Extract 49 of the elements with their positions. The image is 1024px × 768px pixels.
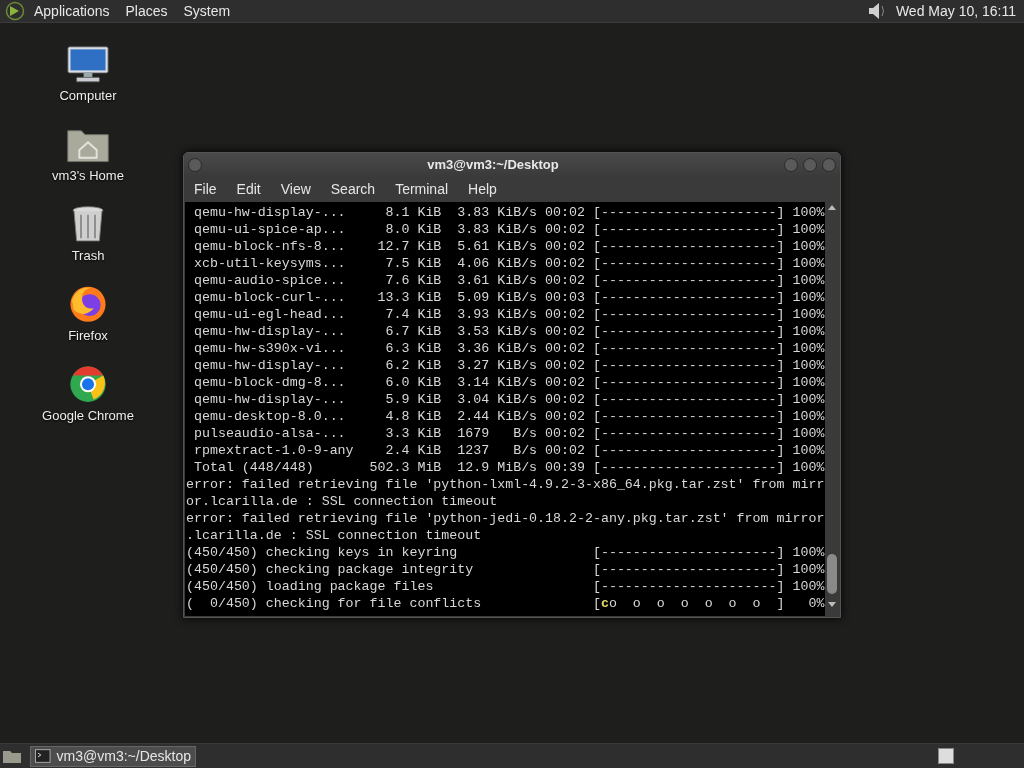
desktop-icon-label[interactable]: vm3's Home xyxy=(52,165,124,185)
terminal-line: qemu-desktop-8.0... 4.8 KiB 2.44 KiB/s 00:02 [----------------------] 100% xyxy=(192,408,825,425)
panel-menu[interactable]: Places xyxy=(125,0,168,22)
terminal-line: qemu-hw-display-... 8.1 KiB 3.83 KiB/s 00:02 [----------------------] 100% xyxy=(192,204,825,221)
workspace-switcher-icon[interactable] xyxy=(938,748,954,764)
panel-menu[interactable]: System xyxy=(183,0,231,22)
terminal-line: qemu-block-curl-... 13.3 KiB 5.09 KiB/s 00:03 [----------------------] 100% xyxy=(192,289,825,306)
terminal-icon xyxy=(35,749,51,763)
maximize-button[interactable] xyxy=(803,158,817,172)
desktop-icon-label[interactable]: Trash xyxy=(71,245,105,265)
desktop-icon-label[interactable]: Computer xyxy=(59,85,117,105)
minimize-button[interactable] xyxy=(784,158,798,172)
terminal-line: qemu-hw-display-... 5.9 KiB 3.04 KiB/s 00:02 [----------------------] 100% xyxy=(192,391,825,408)
terminal-line: qemu-hw-display-... 6.2 KiB 3.27 KiB/s 00:02 [----------------------] 100% xyxy=(192,357,825,374)
window-menu-button[interactable] xyxy=(188,158,202,172)
terminal-line: or.lcarilla.de : SSL connection timeout xyxy=(186,493,499,510)
terminal-line: (450/450) loading package files [----------------------] 100% xyxy=(186,578,825,595)
window-title: vm3@vm3:~/Desktop xyxy=(426,156,560,175)
terminal-line: (450/450) checking keys in keyring [----------------------] 100% xyxy=(186,544,825,561)
terminal-line: rpmextract-1.0-9-any 2.4 KiB 1237 B/s 00:02 [----------------------] 100% xyxy=(192,442,825,459)
terminal-line: Total (448/448) 502.3 MiB 12.9 MiB/s 00:39 [----------------------] 100% xyxy=(192,459,825,476)
menu-item[interactable]: Terminal xyxy=(395,179,449,200)
terminal-line: error: failed retrieving file 'python-jedi-0.18.2-2-any.pkg.tar.zst' from mirror xyxy=(186,510,825,527)
menu-item[interactable]: Edit xyxy=(236,179,261,200)
desktop-icon-label[interactable]: Google Chrome xyxy=(42,405,134,425)
menu-item[interactable]: View xyxy=(280,179,311,200)
distro-logo-icon[interactable] xyxy=(4,1,26,21)
desktop-icon-label[interactable]: Firefox xyxy=(68,325,108,345)
terminal-line: qemu-hw-s390x-vi... 6.3 KiB 3.36 KiB/s 00:02 [----------------------] 100% xyxy=(192,340,825,357)
taskbar-button[interactable]: vm3@vm3:~/Desktop xyxy=(30,745,196,767)
terminal-line: ( 0/450) checking for file conflicts [co o o o o o o ] 0% xyxy=(186,595,825,612)
show-desktop-icon[interactable] xyxy=(2,748,22,764)
terminal-line: qemu-hw-display-... 6.7 KiB 3.53 KiB/s 00:02 [----------------------] 100% xyxy=(192,323,825,340)
menu-item[interactable]: Search xyxy=(330,179,376,200)
close-button[interactable] xyxy=(822,158,836,172)
terminal-line: qemu-block-nfs-8... 12.7 KiB 5.61 KiB/s 00:02 [----------------------] 100% xyxy=(192,238,825,255)
menu-item[interactable]: File xyxy=(194,179,217,200)
terminal-line: error: failed retrieving file 'python-lxml-4.9.2-3-x86_64.pkg.tar.zst' from mirr xyxy=(186,476,825,493)
terminal-line: qemu-audio-spice... 7.6 KiB 3.61 KiB/s 00:02 [----------------------] 100% xyxy=(192,272,825,289)
terminal-line: (450/450) checking package integrity [----------------------] 100% xyxy=(186,561,825,578)
terminal-line: .lcarilla.de : SSL connection timeout xyxy=(186,527,483,544)
terminal-line: qemu-ui-spice-ap... 8.0 KiB 3.83 KiB/s 00:02 [----------------------] 100% xyxy=(192,221,825,238)
terminal-line: pulseaudio-alsa-... 3.3 KiB 1679 B/s 00:02 [----------------------] 100% xyxy=(192,425,825,442)
terminal-line: qemu-ui-egl-head... 7.4 KiB 3.93 KiB/s 00:02 [----------------------] 100% xyxy=(192,306,825,323)
clock[interactable]: Wed May 10, 16:11 xyxy=(895,0,1016,22)
terminal-line: qemu-block-dmg-8... 6.0 KiB 3.14 KiB/s 00:02 [----------------------] 100% xyxy=(192,374,825,391)
panel-menu[interactable]: Applications xyxy=(34,0,110,22)
menu-item[interactable]: Help xyxy=(468,179,497,200)
terminal-line: xcb-util-keysyms... 7.5 KiB 4.06 KiB/s 00:02 [----------------------] 100% xyxy=(192,255,825,272)
